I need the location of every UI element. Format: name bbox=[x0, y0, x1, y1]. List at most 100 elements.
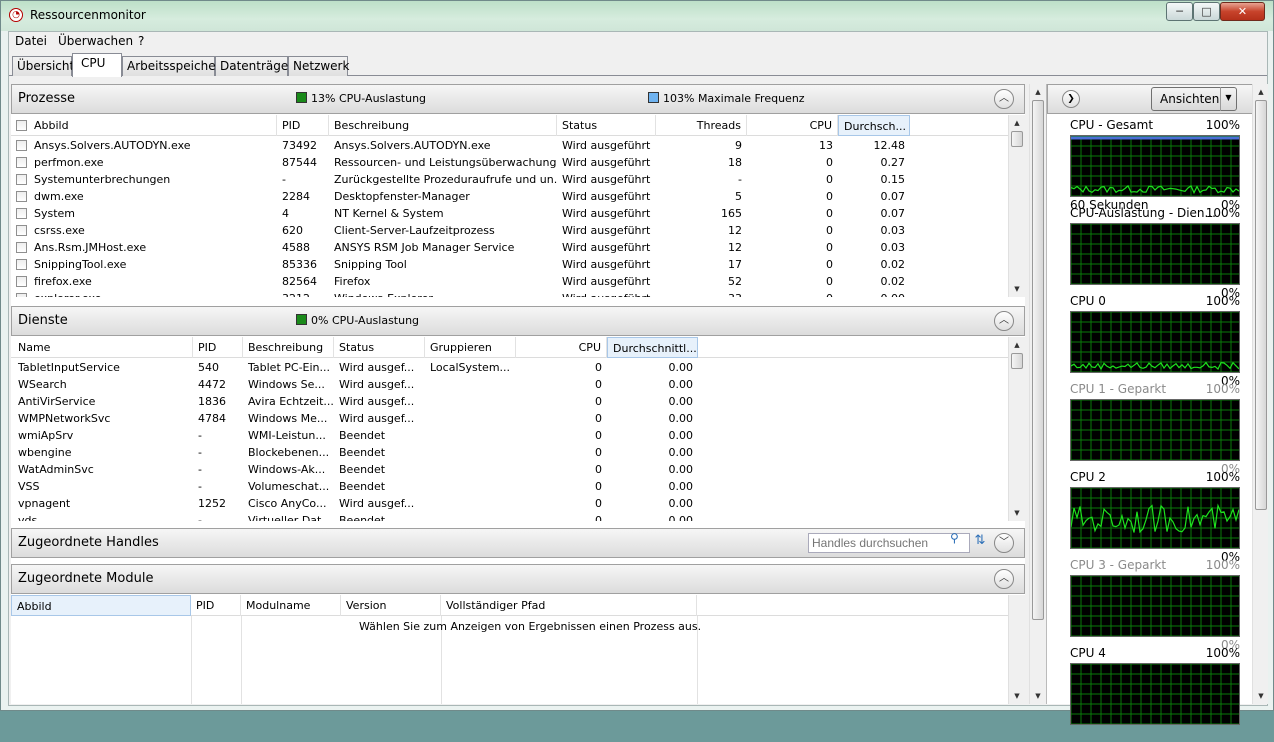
menu-datei[interactable]: Datei bbox=[10, 33, 52, 50]
col-beschreibung[interactable]: Beschreibung bbox=[243, 337, 334, 358]
process-row[interactable]: csrss.exe 620 Client-Server-Laufzeitprozes… bbox=[11, 222, 1006, 239]
col-status[interactable]: Status bbox=[334, 337, 425, 358]
col-pid[interactable]: PID bbox=[193, 337, 243, 358]
process-checkbox[interactable] bbox=[16, 208, 27, 219]
col-modulname[interactable]: Modulname bbox=[241, 595, 341, 616]
process-checkbox[interactable] bbox=[16, 225, 27, 236]
menu-ueberwachen[interactable]: Überwachen bbox=[53, 33, 138, 50]
process-row[interactable]: Ansys.Solvers.AUTODYN.exe 73492 Ansys.Solv… bbox=[11, 137, 1006, 154]
scroll-thumb[interactable] bbox=[1011, 131, 1023, 147]
col-cpu[interactable]: CPU bbox=[516, 337, 607, 358]
service-row[interactable]: VSS - Volumeschat... Beendet 0 0.00 bbox=[11, 478, 1006, 495]
col-pfad[interactable]: Vollständiger Pfad bbox=[441, 595, 697, 616]
col-status[interactable]: Status bbox=[557, 115, 656, 136]
process-row[interactable]: Ans.Rsm.JMHost.exe 4588 ANSYS RSM Job Mana… bbox=[11, 239, 1006, 256]
service-cell bbox=[425, 478, 516, 495]
process-cell: ANSYS RSM Job Manager Service bbox=[334, 241, 515, 254]
modules-scrollbar[interactable]: ▼ bbox=[1008, 595, 1025, 704]
col-beschreibung[interactable]: Beschreibung bbox=[329, 115, 557, 136]
col-pid[interactable]: PID bbox=[277, 115, 329, 136]
expand-icon[interactable]: ❯ bbox=[1062, 90, 1080, 108]
services-header[interactable]: Dienste 0% CPU-Auslastung ︿ bbox=[11, 306, 1025, 336]
process-checkbox[interactable] bbox=[16, 191, 27, 202]
process-checkbox[interactable] bbox=[16, 140, 27, 151]
service-row[interactable]: vds - Virtueller Dat... Beendet 0 0.00 bbox=[11, 512, 1006, 521]
minimize-button[interactable]: ─ bbox=[1166, 2, 1193, 21]
tab-datentraeger[interactable]: Datenträger bbox=[215, 56, 293, 76]
search-icon[interactable]: ⚲ bbox=[950, 531, 959, 545]
col-durchschnitt[interactable]: Durchschnittl... bbox=[607, 337, 698, 358]
scroll-down-icon[interactable]: ▼ bbox=[1253, 688, 1269, 704]
services-scrollbar[interactable]: ▲ ▼ bbox=[1008, 337, 1025, 521]
handles-search-input[interactable] bbox=[808, 533, 970, 553]
scroll-up-icon[interactable]: ▲ bbox=[1253, 84, 1269, 100]
process-cell: Wird ausgeführt bbox=[557, 290, 656, 297]
service-row[interactable]: TabletInputService 540 Tablet PC-Ein... Wir… bbox=[11, 359, 1006, 376]
process-checkbox[interactable] bbox=[16, 293, 27, 297]
pane-splitter[interactable]: ▲ ▼ bbox=[1029, 84, 1047, 704]
scroll-thumb[interactable] bbox=[1011, 353, 1023, 369]
col-pid[interactable]: PID bbox=[191, 595, 241, 616]
graphs-scrollbar[interactable]: ▲ ▼ bbox=[1252, 84, 1268, 704]
service-row[interactable]: AntiVirService 1836 Avira Echtzeit... Wird … bbox=[11, 393, 1006, 410]
service-row[interactable]: WSearch 4472 Windows Se... Wird ausgef... 0 0… bbox=[11, 376, 1006, 393]
process-row[interactable]: perfmon.exe 87544 Ressourcen- und Leistung… bbox=[11, 154, 1006, 171]
select-all-checkbox[interactable] bbox=[16, 120, 27, 131]
close-button[interactable]: ✕ bbox=[1220, 2, 1265, 21]
left-pane-scrollbar[interactable]: ▲ ▼ bbox=[1029, 84, 1046, 704]
process-checkbox[interactable] bbox=[16, 157, 27, 168]
col-abbild[interactable]: Abbild bbox=[29, 115, 277, 136]
col-version[interactable]: Version bbox=[341, 595, 441, 616]
scroll-down-icon[interactable]: ▼ bbox=[1009, 281, 1025, 297]
title-bar[interactable]: ◔ Ressourcenmonitor ─ □ ✕ bbox=[1, 1, 1273, 31]
process-row[interactable]: dwm.exe 2284 Desktopfenster-Manager Wird au… bbox=[11, 188, 1006, 205]
col-abbild[interactable]: Abbild bbox=[11, 595, 191, 616]
process-row[interactable]: System 4 NT Kernel & System Wird ausgeführt… bbox=[11, 205, 1006, 222]
processes-collapse-icon[interactable]: ︿ bbox=[994, 89, 1014, 109]
scroll-thumb[interactable] bbox=[1032, 100, 1044, 620]
scroll-down-icon[interactable]: ▼ bbox=[1030, 688, 1046, 704]
processes-header[interactable]: Prozesse 13% CPU-Auslastung 103% Maximal… bbox=[11, 84, 1025, 114]
refresh-icon[interactable]: ⇅ bbox=[971, 532, 989, 550]
scroll-up-icon[interactable]: ▲ bbox=[1009, 115, 1025, 131]
modules-collapse-icon[interactable]: ︿ bbox=[994, 569, 1014, 589]
scroll-down-icon[interactable]: ▼ bbox=[1009, 688, 1025, 704]
col-threads[interactable]: Threads bbox=[656, 115, 747, 136]
service-row[interactable]: WatAdminSvc - Windows-Ak... Beendet 0 0.00 bbox=[11, 461, 1006, 478]
process-row[interactable]: firefox.exe 82564 Firefox Wird ausgeführt 52… bbox=[11, 273, 1006, 290]
process-checkbox[interactable] bbox=[16, 242, 27, 253]
service-cell: 1836 bbox=[198, 395, 226, 408]
scroll-thumb[interactable] bbox=[1255, 100, 1267, 510]
service-row[interactable]: WMPNetworkSvc 4784 Windows Me... Wird ausge… bbox=[11, 410, 1006, 427]
col-durchschnitt[interactable]: Durchsch... bbox=[838, 115, 910, 136]
col-name[interactable]: Name bbox=[13, 337, 193, 358]
tab-cpu[interactable]: CPU bbox=[72, 53, 122, 77]
process-row[interactable]: Systemunterbrechungen - Zurückgestellte Pr… bbox=[11, 171, 1006, 188]
scroll-down-icon[interactable]: ▼ bbox=[1009, 505, 1025, 521]
menu-help[interactable]: ? bbox=[133, 33, 149, 50]
chevron-down-icon[interactable]: ▼ bbox=[1220, 87, 1236, 111]
col-gruppieren[interactable]: Gruppieren bbox=[425, 337, 516, 358]
service-row[interactable]: wbengine - Blockebenen... Beendet 0 0.00 bbox=[11, 444, 1006, 461]
process-row[interactable]: explorer.exe3212Windows-ExplorerWird aus… bbox=[11, 290, 1006, 297]
scroll-up-icon[interactable]: ▲ bbox=[1009, 337, 1025, 353]
process-checkbox[interactable] bbox=[16, 259, 27, 270]
process-checkbox[interactable] bbox=[16, 174, 27, 185]
service-row[interactable]: vpnagent 1252 Cisco AnyCo... Wird ausgef...… bbox=[11, 495, 1006, 512]
tab-arbeitsspeicher[interactable]: Arbeitsspeicher bbox=[122, 56, 221, 76]
modules-header[interactable]: Zugeordnete Module ︿ bbox=[11, 564, 1025, 594]
process-row[interactable]: SnippingTool.exe 85336 Snipping Tool Wird a… bbox=[11, 256, 1006, 273]
process-checkbox[interactable] bbox=[16, 276, 27, 287]
handles-header[interactable]: Zugeordnete Handles ⚲ ⇅ ﹀ bbox=[11, 528, 1025, 558]
service-row[interactable]: wmiApSrv - WMI-Leistun... Beendet 0 0.00 bbox=[11, 427, 1006, 444]
tab-uebersicht[interactable]: Übersicht bbox=[12, 56, 74, 76]
services-collapse-icon[interactable]: ︿ bbox=[994, 311, 1014, 331]
process-cell: 4588 bbox=[282, 241, 310, 254]
process-cell: 0 bbox=[826, 156, 833, 169]
col-cpu[interactable]: CPU bbox=[747, 115, 838, 136]
maximize-button[interactable]: □ bbox=[1193, 2, 1220, 21]
scroll-up-icon[interactable]: ▲ bbox=[1030, 84, 1046, 100]
handles-expand-icon[interactable]: ﹀ bbox=[994, 533, 1014, 553]
processes-scrollbar[interactable]: ▲ ▼ bbox=[1008, 115, 1025, 297]
tab-netzwerk[interactable]: Netzwerk bbox=[288, 56, 349, 76]
